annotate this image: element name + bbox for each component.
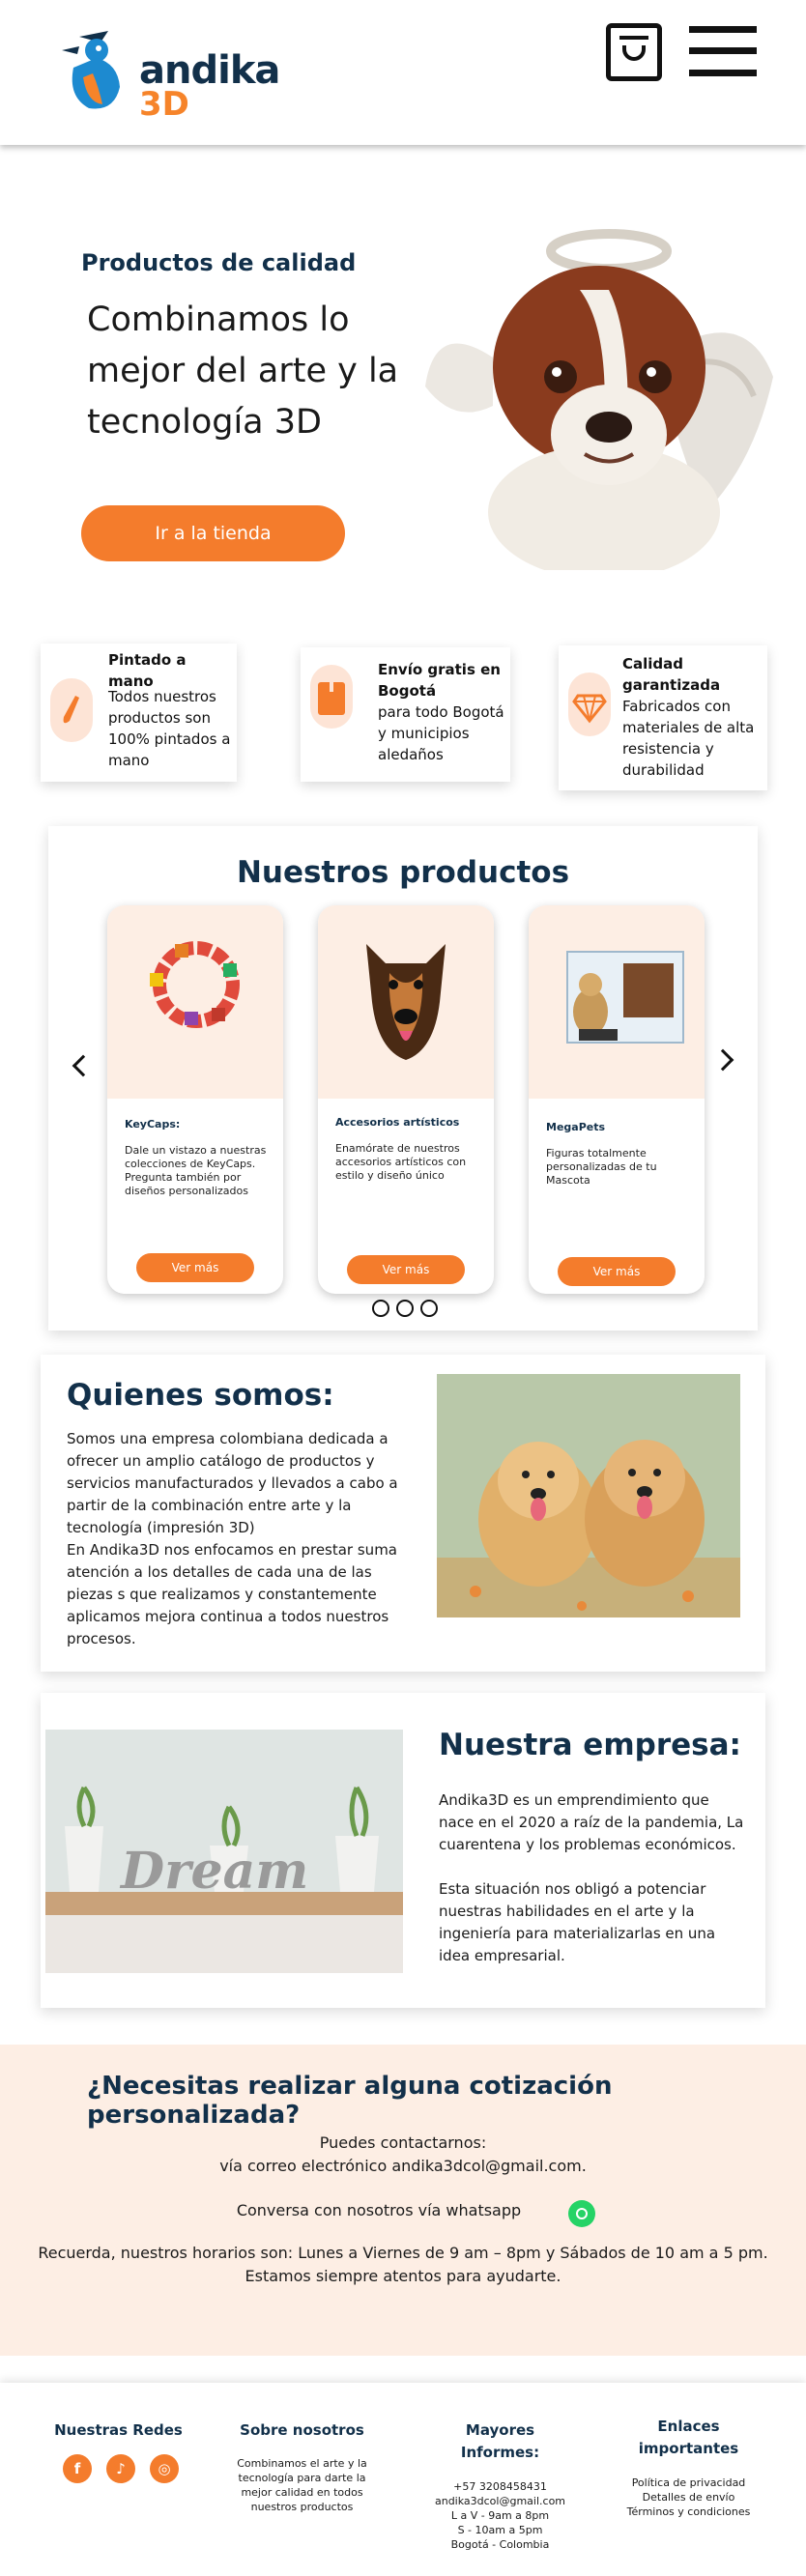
footer-links-title: Enlaces importantes bbox=[638, 2418, 739, 2457]
terms-link[interactable]: Términos y condiciones bbox=[609, 2504, 768, 2519]
product-card-megapets[interactable]: MegaPets Figuras totalmente personalizad… bbox=[529, 905, 705, 1294]
whatsapp-icon[interactable] bbox=[568, 2200, 595, 2227]
schedule-text: Recuerda, nuestros horarios son: Lunes a… bbox=[38, 2244, 768, 2262]
whatsapp-text: Conversa con nosotros vía whatsapp bbox=[236, 2201, 522, 2219]
feature-text: para todo Bogotá y municipios aledaños bbox=[378, 703, 504, 763]
company-title: Nuestra empresa: bbox=[439, 1728, 741, 1762]
product-image bbox=[529, 905, 705, 1099]
page: andika 3D Productos de calidad Combinamo… bbox=[0, 0, 806, 2576]
footer-about-title: Sobre nosotros bbox=[240, 2421, 364, 2439]
about-title: Quienes somos: bbox=[67, 1378, 334, 1413]
product-name: MegaPets bbox=[546, 1121, 606, 1133]
footer-info-list: +57 3208458431 andika3dcol@gmail.com L a… bbox=[416, 2479, 585, 2552]
diamond-icon bbox=[568, 673, 611, 736]
quote-title: ¿Necesitas realizar alguna cotización pe… bbox=[87, 2072, 613, 2130]
footer-hours-weekday: L a V - 9am a 8pm bbox=[450, 2509, 550, 2522]
feature-hand-painted: Pintado a mano Todos nuestros productos … bbox=[41, 644, 237, 782]
facebook-icon[interactable]: f bbox=[63, 2454, 92, 2483]
andika-logo[interactable]: andika 3D bbox=[60, 29, 280, 124]
product-image bbox=[107, 905, 283, 1099]
carousel-pagination bbox=[372, 1300, 440, 1319]
see-more-button[interactable]: Ver más bbox=[558, 1257, 676, 1286]
tiktok-icon[interactable]: ♪ bbox=[106, 2454, 135, 2483]
footer-links-list: Política de privacidad Detalles de envío… bbox=[609, 2476, 768, 2519]
instagram-icon[interactable]: ◎ bbox=[150, 2454, 179, 2483]
carousel-dot[interactable] bbox=[420, 1300, 438, 1317]
feature-title: Calidad garantizada bbox=[622, 655, 721, 694]
about-section: Quienes somos: Somos una empresa colombi… bbox=[41, 1355, 765, 1672]
attention-text: Estamos siempre atentos para ayudarte. bbox=[245, 2267, 561, 2285]
footer-about-text: Combinamos el arte y la tecnología para … bbox=[237, 2457, 367, 2513]
logo-3d-mark: 3D bbox=[139, 85, 189, 124]
puppies-image bbox=[437, 1374, 740, 1617]
footer-location: Bogotá - Colombia bbox=[450, 2538, 550, 2551]
brush-icon bbox=[50, 678, 93, 742]
hero-title: Combinamos lo mejor del arte y la tecnol… bbox=[87, 301, 399, 442]
footer-hours-saturday: S - 10am a 5pm bbox=[457, 2524, 543, 2536]
carousel-prev-arrow-icon[interactable] bbox=[72, 1054, 95, 1077]
contact-intro: Puedes contactarnos: bbox=[319, 2133, 487, 2152]
site-footer: Nuestras Redes f ♪ ◎ Sobre nosotros Comb… bbox=[0, 2383, 806, 2576]
feature-quality: Calidad garantizada Fabricados con mater… bbox=[559, 645, 767, 790]
feature-title: Envío gratis en Bogotá bbox=[378, 661, 501, 700]
feature-free-shipping: Envío gratis en Bogotá para todo Bogotá … bbox=[301, 647, 510, 782]
product-name: Accesorios artísticos bbox=[335, 1116, 460, 1129]
footer-email[interactable]: andika3dcol@gmail.com bbox=[416, 2494, 585, 2508]
angel-dog-figure-image bbox=[425, 229, 773, 570]
company-paragraph-2: Esta situación nos obligó a potenciar nu… bbox=[439, 1880, 716, 1964]
feature-text: Todos nuestros productos son 100% pintad… bbox=[108, 688, 231, 769]
kingfisher-bird-icon bbox=[62, 31, 120, 109]
product-description: Dale un vistazo a nuestras colecciones d… bbox=[125, 1144, 267, 1197]
feature-text: Fabricados con materiales de alta resist… bbox=[622, 698, 755, 779]
privacy-policy-link[interactable]: Política de privacidad bbox=[609, 2476, 768, 2490]
product-description: Enamórate de nuestros accesorios artísti… bbox=[335, 1142, 467, 1182]
product-image bbox=[318, 905, 494, 1099]
product-name: KeyCaps: bbox=[125, 1118, 181, 1131]
product-description: Figuras totalmente personalizadas de tu … bbox=[546, 1147, 657, 1187]
quote-section: ¿Necesitas realizar alguna cotización pe… bbox=[0, 2045, 806, 2356]
products-title: Nuestros productos bbox=[236, 855, 570, 890]
products-section: Nuestros productos KeyCaps: Dale un vist… bbox=[48, 826, 758, 1331]
hero-eyebrow: Productos de calidad bbox=[81, 249, 357, 276]
see-more-button[interactable]: Ver más bbox=[136, 1253, 254, 1282]
carousel-next-arrow-icon[interactable] bbox=[711, 1048, 734, 1072]
company-text: Andika3D es un emprendimiento que nace e… bbox=[439, 1789, 746, 1967]
carousel-dot[interactable] bbox=[396, 1300, 414, 1317]
product-card-accessories[interactable]: Accesorios artísticos Enamórate de nuest… bbox=[318, 905, 494, 1294]
svg-text:Dream: Dream bbox=[119, 1842, 308, 1901]
hamburger-menu-icon[interactable] bbox=[689, 26, 757, 76]
footer-phone[interactable]: +57 3208458431 bbox=[416, 2479, 585, 2494]
site-header: andika 3D bbox=[0, 0, 806, 145]
company-paragraph-1: Andika3D es un emprendimiento que nace e… bbox=[439, 1791, 744, 1853]
dream-decor-image: Dream bbox=[45, 1730, 403, 1973]
see-more-button[interactable]: Ver más bbox=[347, 1255, 465, 1284]
product-card-keycaps[interactable]: KeyCaps: Dale un vistazo a nuestras cole… bbox=[107, 905, 283, 1294]
shipping-details-link[interactable]: Detalles de envío bbox=[609, 2490, 768, 2504]
go-to-store-button[interactable]: Ir a la tienda bbox=[81, 505, 345, 561]
footer-social-title: Nuestras Redes bbox=[54, 2421, 183, 2439]
contact-email[interactable]: vía correo electrónico andika3dcol@gmail… bbox=[0, 2157, 806, 2175]
company-section: Dream Nuestra empresa: Andika3D es un em… bbox=[41, 1693, 765, 2008]
box-icon bbox=[310, 665, 353, 729]
footer-info-title: Mayores Informes: bbox=[460, 2421, 540, 2461]
shopping-bag-icon[interactable] bbox=[606, 23, 662, 81]
about-text: Somos una empresa colombiana dedicada a … bbox=[67, 1430, 398, 1647]
carousel-dot[interactable] bbox=[372, 1300, 389, 1317]
